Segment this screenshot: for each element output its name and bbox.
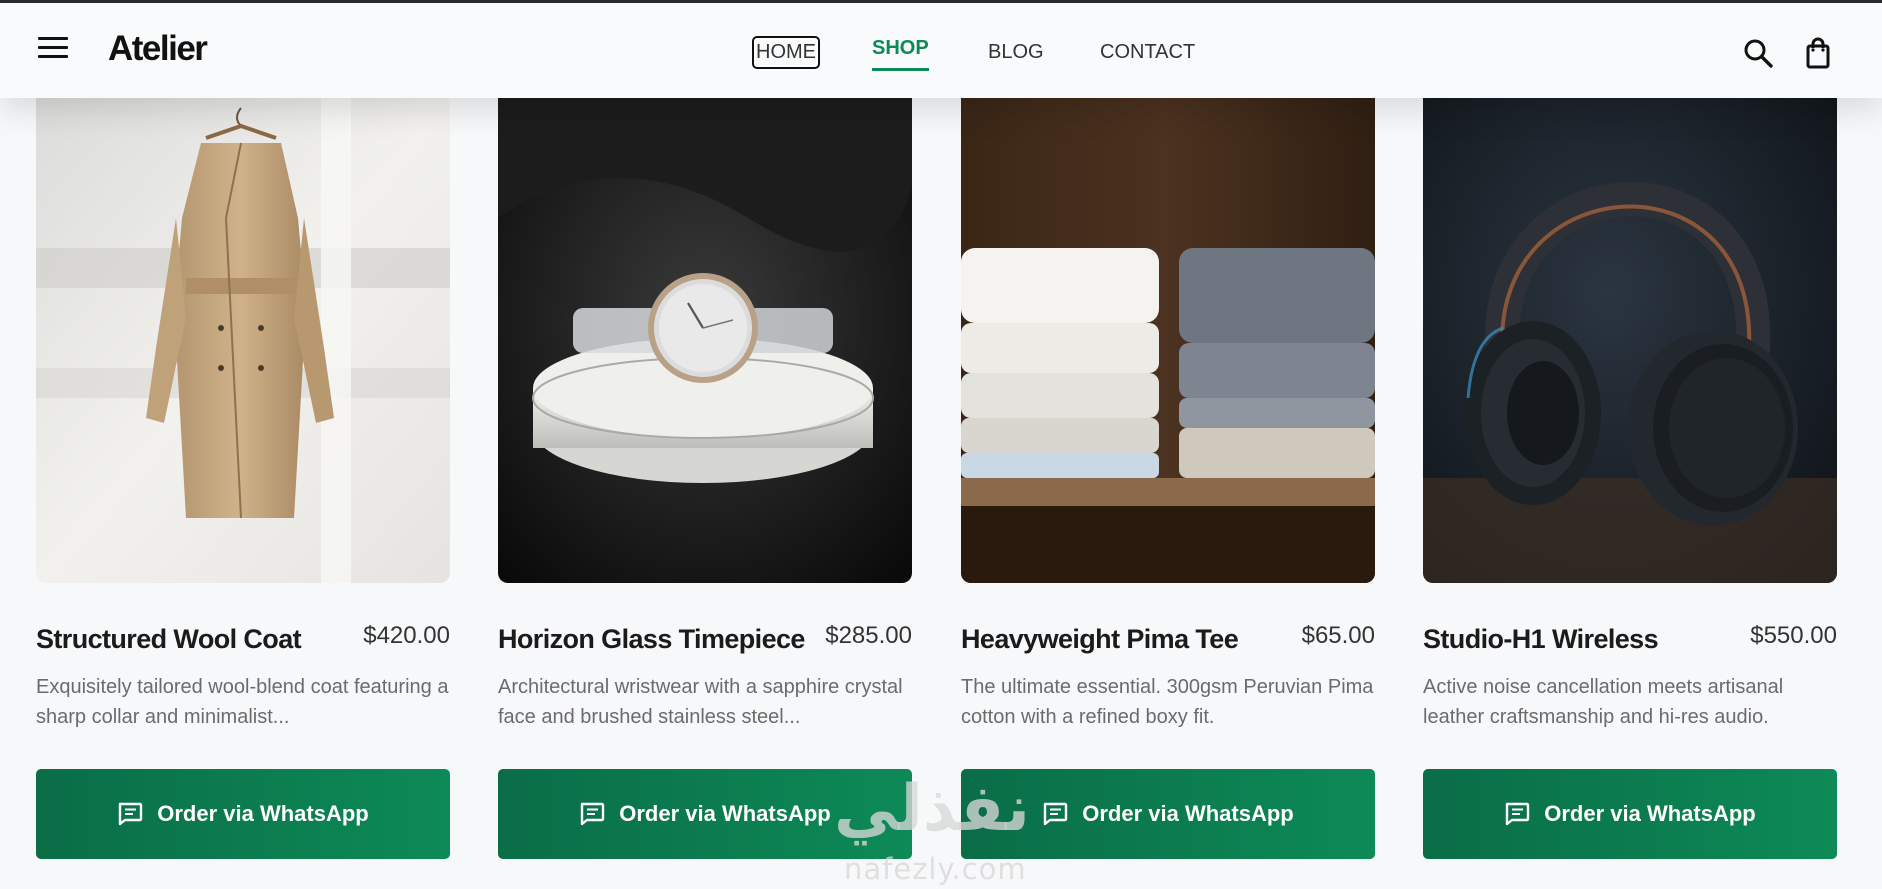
order-whatsapp-button[interactable]: Order via WhatsApp — [1423, 769, 1837, 859]
order-button-label: Order via WhatsApp — [157, 801, 369, 826]
nav-home[interactable]: HOME — [752, 36, 820, 69]
product-title[interactable]: Heavyweight Pima Tee — [961, 624, 1239, 655]
product-card: Horizon Glass Timepiece $285.00 Architec… — [498, 98, 912, 889]
product-title[interactable]: Studio-H1 Wireless — [1423, 624, 1659, 655]
product-description: Exquisitely tailored wool-blend coat fea… — [36, 676, 449, 728]
order-whatsapp-button[interactable]: Order via WhatsApp — [961, 769, 1375, 859]
product-price: $550.00 — [1750, 622, 1837, 649]
product-card: Heavyweight Pima Tee $65.00 The ultimate… — [961, 98, 1375, 889]
product-description: Architectural wristwear with a sapphire … — [498, 676, 903, 728]
product-image-coat[interactable] — [36, 98, 450, 583]
product-image-watch[interactable] — [498, 98, 912, 583]
order-whatsapp-button[interactable]: Order via WhatsApp — [36, 769, 450, 859]
product-grid: Structured Wool Coat $420.00 Exquisitely… — [36, 98, 1837, 889]
product-image-headphones[interactable] — [1423, 98, 1837, 583]
product-title[interactable]: Horizon Glass Timepiece — [498, 624, 805, 655]
product-price: $285.00 — [825, 622, 912, 649]
site-header: Atelier HOME SHOP BLOG CONTACT — [0, 3, 1882, 98]
order-button-label: Order via WhatsApp — [1082, 801, 1294, 826]
order-whatsapp-button[interactable]: Order via WhatsApp — [498, 769, 912, 859]
product-card: Structured Wool Coat $420.00 Exquisitely… — [36, 98, 450, 889]
order-button-label: Order via WhatsApp — [1544, 801, 1756, 826]
chat-icon — [581, 802, 605, 826]
product-price: $420.00 — [363, 622, 450, 649]
product-price: $65.00 — [1301, 622, 1375, 649]
nav-shop[interactable]: SHOP — [872, 37, 929, 71]
product-image-tees[interactable] — [961, 98, 1375, 583]
shopping-bag-icon[interactable] — [1802, 37, 1834, 69]
product-description: The ultimate essential. 300gsm Peruvian … — [961, 676, 1374, 728]
nav-blog[interactable]: BLOG — [988, 41, 1044, 64]
nav-contact[interactable]: CONTACT — [1100, 41, 1195, 64]
product-title[interactable]: Structured Wool Coat — [36, 624, 302, 655]
search-icon[interactable] — [1742, 37, 1774, 69]
product-description: Active noise cancellation meets artisana… — [1423, 676, 1784, 728]
chat-icon — [1044, 802, 1068, 826]
chat-icon — [119, 802, 143, 826]
order-button-label: Order via WhatsApp — [619, 801, 831, 826]
main-nav: HOME SHOP BLOG CONTACT — [0, 3, 1882, 98]
chat-icon — [1506, 802, 1530, 826]
product-card: Studio-H1 Wireless $550.00 Active noise … — [1423, 98, 1837, 889]
